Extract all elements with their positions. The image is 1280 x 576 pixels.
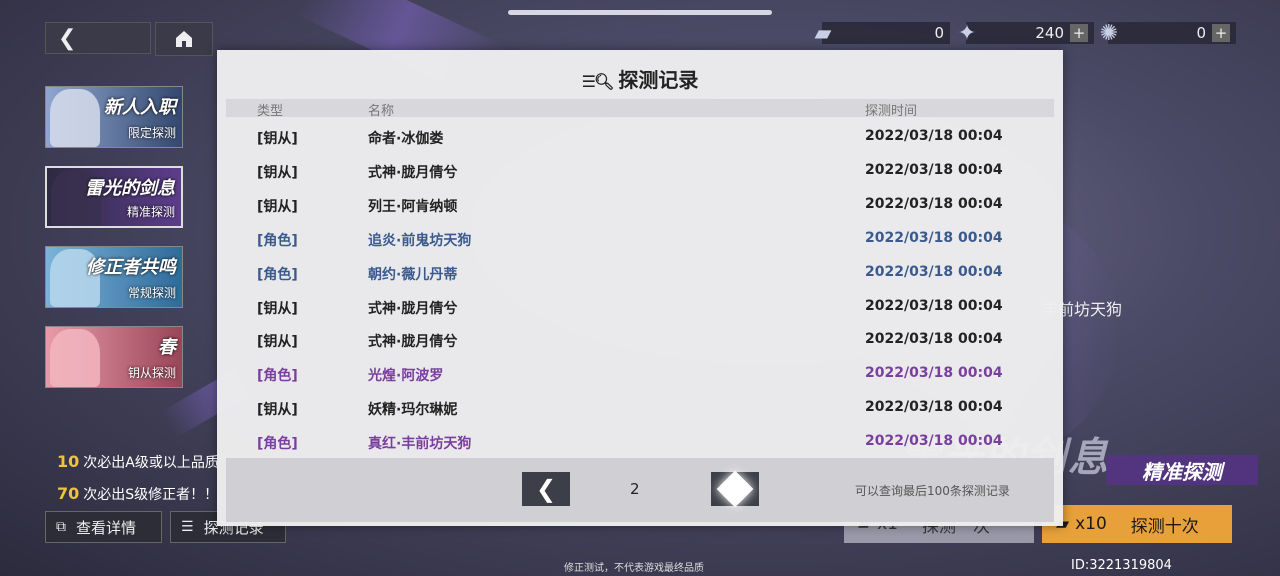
cell-name: 朝约·薇儿丹蒂 [368, 266, 458, 283]
table-row: [角色] 真红·丰前坊天狗 2022/03/18 00:04 [226, 425, 1054, 459]
banner-title: 雷光的剑息 [85, 178, 175, 199]
banner-subtitle: 常规探测 [127, 286, 176, 300]
cell-type: [钥从] [257, 402, 298, 419]
ticket-icon: ▰ [814, 20, 832, 46]
top-handle [508, 10, 772, 15]
table-row: [角色] 朝约·薇儿丹蒂 2022/03/18 00:04 [226, 256, 1054, 290]
cell-type: [角色] [257, 232, 298, 249]
header-time: 探测时间 [865, 104, 918, 119]
pagination-bar: ❮ 2 可以查询最后100条探测记录 [226, 458, 1054, 522]
cell-name: 真红·丰前坊天狗 [368, 436, 472, 453]
cell-type: [角色] [257, 266, 298, 283]
cell-type: [角色] [257, 368, 298, 385]
currency-star-shard: ✦ 240 + [958, 21, 1094, 46]
currency-value: 0 [934, 24, 944, 42]
gear-crystal-icon: ✺ [1099, 20, 1119, 46]
character-portrait [50, 329, 100, 387]
banner-subtitle: 限定探测 [127, 126, 176, 140]
cell-name: 列王·阿肯纳顿 [368, 198, 458, 215]
table-row: [钥从] 式神·胧月倩兮 2022/03/18 00:04 [226, 154, 1054, 188]
pull-ten-button[interactable]: ▰ x10 探测十次 [1042, 505, 1232, 543]
player-id: ID:3221319804 [1071, 558, 1172, 573]
currency-value: 240 [1035, 24, 1064, 42]
cell-name: 光煌·阿波罗 [368, 368, 444, 385]
diamond-icon [716, 470, 754, 508]
banner-title: 新人入职 [104, 97, 176, 118]
currency-ticket: ▰ 0 [815, 21, 950, 46]
table-row: [角色] 追炎·前鬼坊天狗 2022/03/18 00:04 [226, 222, 1054, 256]
pity-line-a: 10 次必出A级或以上品质 [57, 452, 219, 471]
page-number: 2 [630, 480, 640, 498]
cell-time: 2022/03/18 00:04 [865, 297, 1003, 314]
cell-name: 式神·胧月倩兮 [368, 164, 458, 181]
home-button[interactable] [155, 22, 213, 56]
prev-page-button[interactable]: ❮ [522, 472, 570, 506]
character-portrait [50, 89, 100, 147]
cell-type: [角色] [257, 436, 298, 453]
cell-time: 2022/03/18 00:04 [865, 161, 1003, 178]
banner-resonance[interactable]: 修正者共鸣 常规探测 [45, 246, 183, 308]
details-icon: ⧉ [56, 519, 66, 535]
cell-type: [钥从] [257, 131, 298, 147]
cell-type: [钥从] [257, 334, 298, 351]
view-details-button[interactable]: ⧉ 查看详情 [45, 511, 162, 543]
chevron-left-icon: ❮ [535, 475, 557, 503]
cell-name: 妖精·玛尔琳妮 [368, 402, 458, 419]
cell-time: 2022/03/18 00:04 [865, 263, 1003, 280]
banner-title: 春 [158, 337, 176, 358]
cell-time: 2022/03/18 00:04 [865, 128, 1003, 144]
cell-type: [钥从] [257, 198, 298, 215]
banner-spring[interactable]: 春 钥从探测 [45, 326, 183, 388]
cell-time: 2022/03/18 00:04 [865, 399, 1003, 416]
banner-thunder-sword[interactable]: 雷光的剑息 精准探测 [45, 166, 183, 228]
back-arrow-icon: ❮ [58, 25, 77, 51]
cell-name: 式神·胧月倩兮 [368, 334, 458, 351]
records-limit-note: 可以查询最后100条探测记录 [855, 484, 1010, 498]
footer-note: 修正测试，不代表游戏最终品质 [564, 563, 704, 574]
table-row: [钥从] 式神·胧月倩兮 2022/03/18 00:04 [226, 290, 1054, 324]
currency-value: 0 [1196, 24, 1206, 42]
list-icon: ☰ [181, 519, 194, 535]
table-row: [角色] 光煌·阿波罗 2022/03/18 00:04 [226, 357, 1054, 391]
modal-title: ☰🔍︎ 探测记录 [581, 68, 699, 92]
header-type: 类型 [257, 104, 284, 119]
cell-name: 命者·冰伽娄 [368, 131, 444, 147]
cell-time: 2022/03/18 00:04 [865, 195, 1003, 212]
header-name: 名称 [368, 104, 395, 119]
banner-newcomer[interactable]: 新人入职 限定探测 [45, 86, 183, 148]
add-currency-button[interactable]: + [1212, 24, 1230, 42]
pity-line-s: 70 次必出S级修正者！！ [57, 484, 219, 503]
cell-time: 2022/03/18 00:04 [865, 365, 1003, 382]
cell-time: 2022/03/18 00:04 [865, 229, 1003, 246]
banner-main-subtitle: 精准探测 [1106, 455, 1258, 485]
back-button[interactable]: ❮ [45, 22, 151, 54]
table-row: [钥从] 命者·冰伽娄 2022/03/18 00:04 [226, 120, 1054, 154]
currency-gear-crystal: ✺ 0 + [1100, 21, 1236, 46]
star-shard-icon: ✦ [957, 20, 977, 46]
cell-type: [钥从] [257, 164, 298, 181]
records-search-icon: ☰🔍︎ [581, 72, 615, 91]
cell-name: 追炎·前鬼坊天狗 [368, 232, 472, 249]
cell-time: 2022/03/18 00:04 [865, 433, 1003, 450]
banner-subtitle: 钥从探测 [127, 366, 176, 380]
banner-title: 修正者共鸣 [86, 257, 176, 278]
cell-name: 式神·胧月倩兮 [368, 300, 458, 317]
table-row: [钥从] 列王·阿肯纳顿 2022/03/18 00:04 [226, 188, 1054, 222]
banner-subtitle: 精准探测 [126, 205, 175, 219]
cell-type: [钥从] [257, 300, 298, 317]
table-header: 类型 名称 探测时间 [226, 99, 1054, 119]
next-page-button[interactable] [711, 470, 759, 508]
cell-time: 2022/03/18 00:04 [865, 331, 1003, 348]
records-modal: ☰🔍︎ 探测记录 类型 名称 探测时间 [钥从] 命者·冰伽娄 2022/03/18 … [217, 50, 1063, 526]
table-row: [钥从] 妖精·玛尔琳妮 2022/03/18 00:04 [226, 391, 1054, 425]
add-currency-button[interactable]: + [1070, 24, 1088, 42]
table-row: [钥从] 式神·胧月倩兮 2022/03/18 00:04 [226, 323, 1054, 357]
home-icon [176, 31, 192, 47]
